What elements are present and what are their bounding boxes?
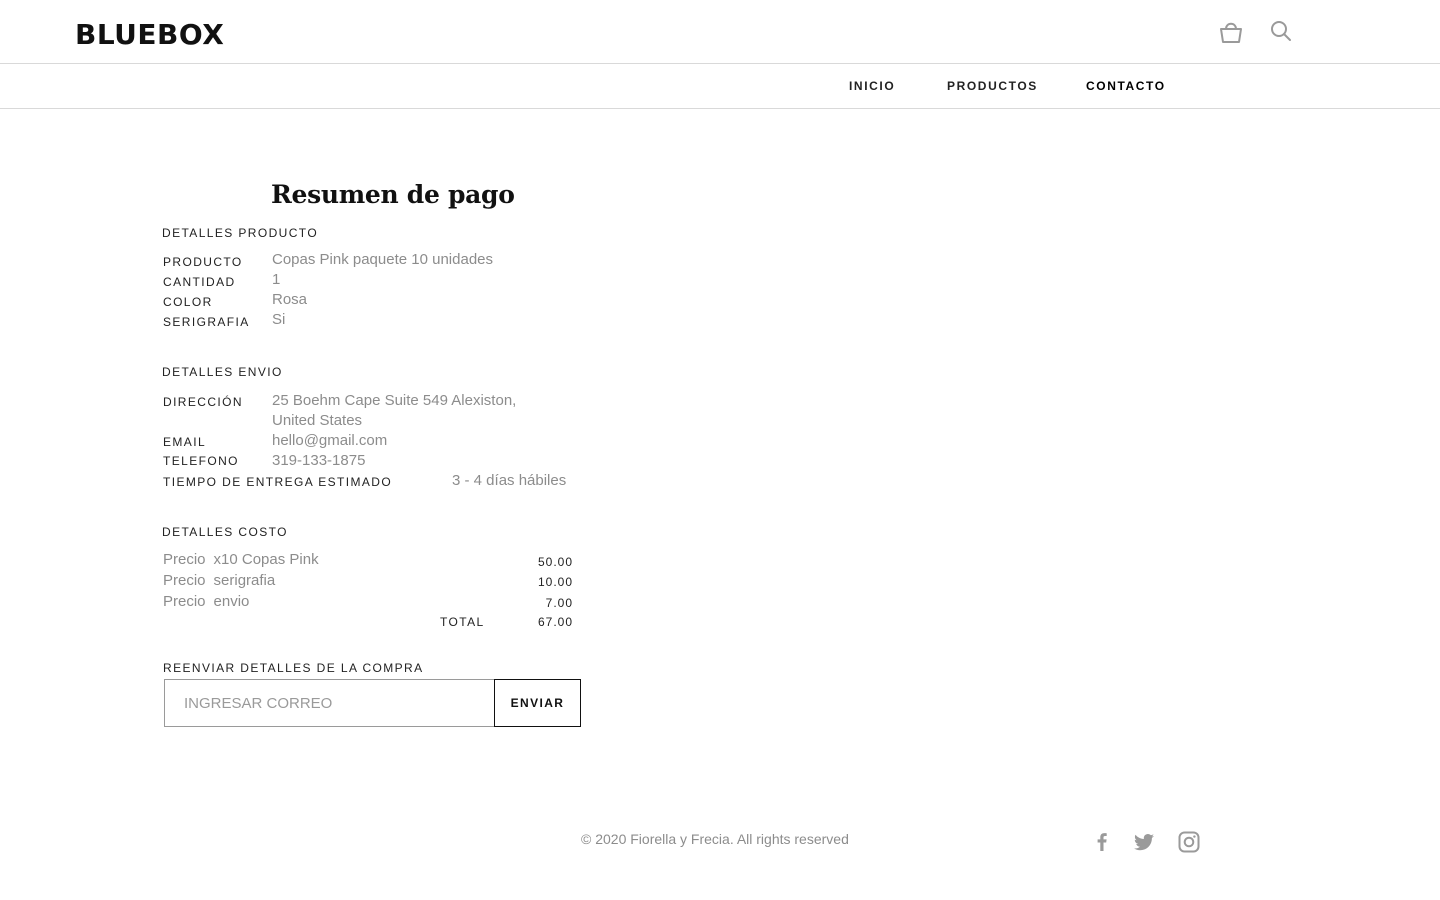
serigrafia-value: Si [272, 311, 286, 328]
cost-details-heading: DETALLES COSTO [162, 525, 288, 539]
main-nav: INICIO PRODUCTOS CONTACTO [0, 64, 1440, 109]
nav-item-contacto[interactable]: CONTACTO [1086, 79, 1166, 93]
phone-label: TELEFONO [163, 454, 239, 468]
total-amount: 67.00 [537, 615, 573, 629]
cost-prefix: Precio [163, 593, 206, 610]
cost-row-label: Precio x10 Copas Pink [163, 551, 319, 568]
email-label: EMAIL [163, 435, 207, 449]
delivery-time-label: TIEMPO DE ENTREGA ESTIMADO [163, 475, 393, 489]
address-line1: 25 Boehm Cape Suite 549 Alexiston, [272, 392, 517, 409]
search-icon[interactable] [1270, 20, 1292, 42]
cost-prefix: Precio [163, 551, 206, 568]
page-title: Resumen de pago [271, 180, 515, 209]
total-label: TOTAL [440, 615, 485, 629]
product-label: PRODUCTO [163, 255, 243, 269]
quantity-label: CANTIDAD [163, 275, 236, 289]
nav-item-productos[interactable]: PRODUCTOS [947, 79, 1038, 93]
cost-item: envio [213, 593, 250, 610]
copyright-text: © 2020 Fiorella y Frecia. All rights res… [581, 831, 849, 847]
cost-amount: 50.00 [537, 555, 573, 569]
nav-item-inicio[interactable]: INICIO [849, 79, 895, 93]
product-details-heading: DETALLES PRODUCTO [162, 226, 319, 240]
color-label: COLOR [163, 295, 213, 309]
twitter-icon[interactable] [1132, 830, 1156, 854]
shipping-details-heading: DETALLES ENVIO [162, 365, 283, 379]
address-line2: United States [272, 412, 363, 429]
instagram-icon[interactable] [1177, 830, 1201, 854]
product-value: Copas Pink paquete 10 unidades [272, 251, 494, 268]
cost-item: serigrafia [213, 572, 276, 589]
cost-prefix: Precio [163, 572, 206, 589]
cost-amount: 10.00 [537, 575, 573, 589]
delivery-time-value: 3 - 4 días hábiles [452, 472, 567, 489]
brand-logo[interactable]: BLUEBOX [75, 18, 224, 51]
cost-item: x10 Copas Pink [213, 551, 319, 568]
address-label: DIRECCIÓN [163, 395, 243, 409]
resend-email-input[interactable] [164, 679, 495, 727]
resend-heading: REENVIAR DETALLES DE LA COMPRA [163, 661, 424, 675]
email-value: hello@gmail.com [272, 432, 388, 449]
cost-row-label: Precio envio [163, 593, 249, 610]
cost-amount: 7.00 [545, 596, 573, 610]
serigrafia-label: SERIGRAFIA [163, 315, 250, 329]
send-button[interactable]: ENVIAR [494, 679, 581, 727]
cost-row-label: Precio serigrafia [163, 572, 275, 589]
color-value: Rosa [272, 291, 308, 308]
phone-value: 319-133-1875 [272, 452, 366, 469]
shopping-bag-icon[interactable] [1218, 20, 1244, 44]
top-header: BLUEBOX [0, 0, 1440, 64]
quantity-value: 1 [272, 271, 281, 288]
facebook-icon[interactable] [1090, 830, 1114, 854]
